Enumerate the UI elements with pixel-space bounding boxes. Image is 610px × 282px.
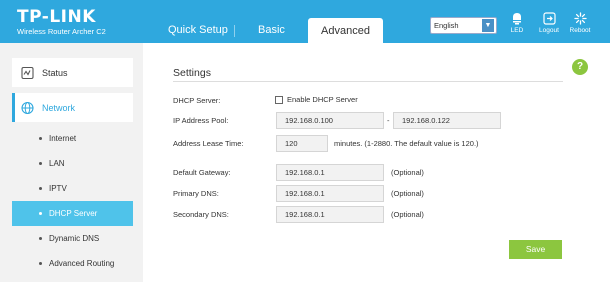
- language-value: English: [434, 21, 459, 30]
- logout-button[interactable]: Logout: [535, 12, 563, 34]
- top-header: TP-LINK Wireless Router Archer C2 Quick …: [0, 0, 610, 43]
- sidebar-subitem-advanced-routing[interactable]: Advanced Routing: [12, 251, 133, 276]
- default-gateway-label: Default Gateway:: [173, 168, 231, 177]
- tp-link-logo: TP-LINK: [17, 7, 96, 27]
- bullet: [39, 262, 42, 265]
- dhcp-server-label: DHCP Server:: [173, 96, 221, 105]
- lease-time-hint: minutes. (1-2880. The default value is 1…: [334, 139, 479, 148]
- enable-dhcp-label[interactable]: Enable DHCP Server: [287, 95, 358, 104]
- bullet: [39, 237, 42, 240]
- language-select[interactable]: English ▼: [430, 17, 497, 34]
- subitem-label: DHCP Server: [49, 209, 98, 218]
- enable-dhcp-checkbox[interactable]: [275, 96, 283, 104]
- sidebar-subitem-dhcp-server[interactable]: DHCP Server: [12, 201, 133, 226]
- tab-divider: [234, 25, 235, 37]
- section-title: Settings: [173, 67, 211, 79]
- logout-label: Logout: [539, 27, 559, 34]
- tab-basic[interactable]: Basic: [258, 18, 285, 43]
- logout-icon: [542, 12, 556, 25]
- subitem-label: LAN: [49, 159, 65, 168]
- subitem-label: IPTV: [49, 184, 67, 193]
- bullet: [39, 137, 42, 140]
- sidebar-item-label: Network: [42, 102, 76, 113]
- optional-note: (Optional): [391, 168, 424, 177]
- reboot-label: Reboot: [569, 27, 591, 34]
- sidebar-subitem-lan[interactable]: LAN: [12, 151, 133, 176]
- chevron-down-icon: ▼: [482, 19, 494, 32]
- tab-advanced[interactable]: Advanced: [308, 18, 383, 43]
- sidebar-item-network[interactable]: Network: [12, 93, 133, 122]
- sidebar-subitem-dynamic-dns[interactable]: Dynamic DNS: [12, 226, 133, 251]
- help-icon[interactable]: ?: [572, 59, 588, 75]
- default-gateway-field[interactable]: 192.168.0.1: [276, 164, 384, 181]
- ip-pool-end-field[interactable]: 192.168.0.122: [393, 112, 501, 129]
- reboot-button[interactable]: Reboot: [566, 12, 594, 34]
- sidebar-item-label: Status: [42, 67, 68, 78]
- optional-note: (Optional): [391, 189, 424, 198]
- model-name: Wireless Router Archer C2: [17, 27, 106, 36]
- subitem-label: Internet: [49, 134, 77, 143]
- sidebar: Status Network Internet LAN IPTV DHCP Se…: [0, 43, 143, 282]
- primary-dns-label: Primary DNS:: [173, 189, 219, 198]
- bullet: [39, 187, 42, 190]
- bullet: [39, 212, 42, 215]
- lease-time-label: Address Lease Time:: [173, 139, 244, 148]
- ip-pool-start-field[interactable]: 192.168.0.100: [276, 112, 384, 129]
- led-button[interactable]: LED: [503, 12, 531, 34]
- subitem-label: Dynamic DNS: [49, 234, 100, 243]
- bullet: [39, 162, 42, 165]
- reboot-icon: [573, 12, 587, 25]
- optional-note: (Optional): [391, 210, 424, 219]
- globe-icon: [21, 101, 34, 114]
- primary-dns-field[interactable]: 192.168.0.1: [276, 185, 384, 202]
- led-label: LED: [510, 27, 524, 34]
- status-monitor-icon: [21, 66, 34, 79]
- secondary-dns-field[interactable]: 192.168.0.1: [276, 206, 384, 223]
- sidebar-subitem-internet[interactable]: Internet: [12, 126, 133, 151]
- sidebar-subitem-iptv[interactable]: IPTV: [12, 176, 133, 201]
- sidebar-item-status[interactable]: Status: [12, 58, 133, 87]
- save-button[interactable]: Save: [509, 240, 562, 259]
- lease-time-field[interactable]: 120: [276, 135, 328, 152]
- subitem-label: Advanced Routing: [49, 259, 115, 268]
- active-indicator: [12, 93, 15, 122]
- section-divider: [173, 81, 563, 82]
- secondary-dns-label: Secondary DNS:: [173, 210, 229, 219]
- range-dash: -: [387, 116, 390, 125]
- ip-pool-label: IP Address Pool:: [173, 116, 229, 125]
- main-content: Settings ? DHCP Server: Enable DHCP Serv…: [143, 43, 610, 282]
- tab-quick-setup[interactable]: Quick Setup: [168, 18, 228, 43]
- led-bulb-icon: [513, 13, 521, 25]
